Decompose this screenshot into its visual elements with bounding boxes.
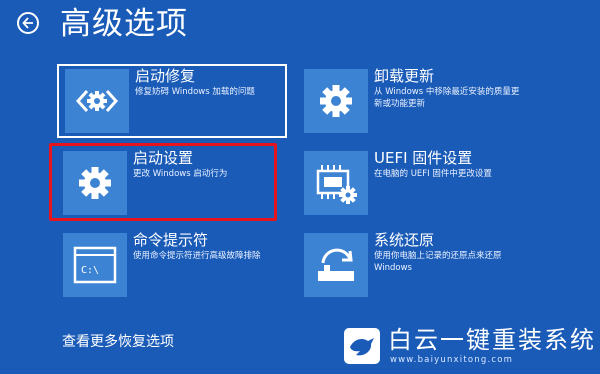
firmware-chip-icon — [304, 151, 368, 215]
command-prompt-tile[interactable]: C:\ 命令提示符 使用命令提示符进行高级故障排除 — [55, 228, 285, 302]
command-prompt-glyph: C:\ — [81, 265, 99, 276]
gear-icon — [304, 69, 368, 133]
tile-description: 使用命令提示符进行高级故障排除 — [133, 251, 261, 261]
tile-title: 命令提示符 — [133, 231, 209, 249]
startup-repair-icon — [65, 69, 129, 133]
watermark-title: 白云一键重装系统 — [388, 326, 596, 354]
startup-repair-tile[interactable]: 启动修复 修复妨碍 Windows 加载的问题 — [57, 64, 287, 138]
system-restore-tile[interactable]: 系统还原 使用你电脑上记录的还原点来还原 Windows — [296, 228, 526, 302]
tile-title: 系统还原 — [374, 231, 435, 249]
tile-description: 修复妨碍 Windows 加载的问题 — [135, 87, 255, 97]
system-restore-icon — [304, 233, 368, 297]
bird-logo-icon — [344, 328, 380, 364]
uefi-firmware-tile[interactable]: UEFI 固件设置 在电脑的 UEFI 固件中更改设置 — [296, 146, 526, 220]
tile-title: UEFI 固件设置 — [374, 149, 473, 167]
tile-description: 在电脑的 UEFI 固件中更改设置 — [374, 169, 492, 179]
tile-title: 卸载更新 — [374, 67, 435, 85]
page-title: 高级选项 — [60, 6, 188, 42]
watermark-url: www.baiyunxitong.com — [390, 355, 514, 365]
tile-description: 使用你电脑上记录的还原点来还原 Windows — [374, 251, 502, 273]
tile-description: 从 Windows 中移除最近安装的质量更新或功能更新 — [374, 87, 520, 109]
back-button[interactable] — [17, 12, 39, 34]
watermark: 白云一键重装系统 www.baiyunxitong.com — [344, 326, 596, 365]
arrow-left-icon — [22, 17, 33, 29]
uninstall-updates-tile[interactable]: 卸载更新 从 Windows 中移除最近安装的质量更新或功能更新 — [296, 64, 526, 138]
command-prompt-icon: C:\ — [63, 233, 127, 297]
highlight-box — [49, 143, 277, 221]
more-recovery-options-link[interactable]: 查看更多恢复选项 — [62, 333, 174, 351]
tile-title: 启动修复 — [135, 67, 196, 85]
